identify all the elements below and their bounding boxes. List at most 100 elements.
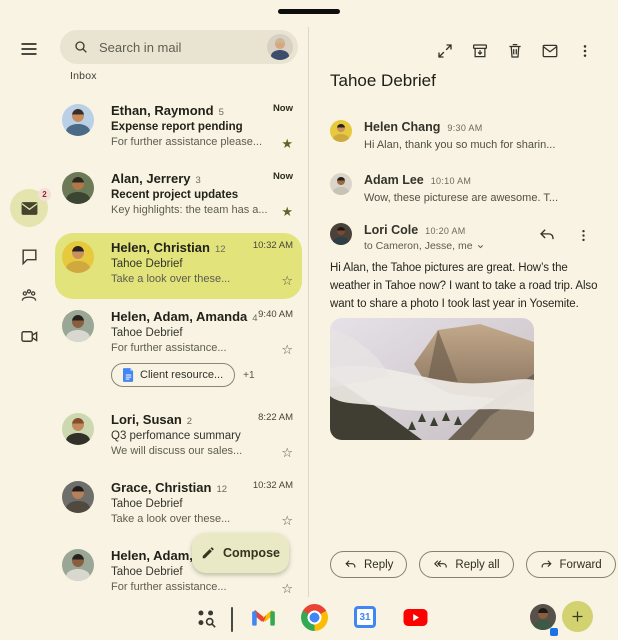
- sender-names: Helen, Adam, Amanda: [111, 309, 247, 324]
- email-time: 8:22 AM: [258, 412, 293, 423]
- email-subject: Q3 perfomance summary: [111, 430, 252, 442]
- avatar: [330, 223, 352, 245]
- message-collapsed[interactable]: Adam Lee10:10 AM Wow, these picturese ar…: [330, 173, 592, 204]
- reply-button[interactable]: Reply: [330, 551, 407, 578]
- inbox-section-label: Inbox: [70, 70, 97, 82]
- sidebar-item-chat[interactable]: [10, 237, 48, 275]
- open-in-full-icon: [436, 42, 454, 60]
- email-snippet: Key highlights: the team has a...: [111, 204, 267, 216]
- sidebar-item-meet[interactable]: [10, 317, 48, 355]
- search-input[interactable]: Search in mail: [60, 30, 298, 64]
- email-subject: Tahoe Debrief: [111, 258, 247, 270]
- trash-icon: [506, 42, 524, 60]
- sender-names: Grace, Christian: [111, 480, 211, 495]
- reply-all-icon: [433, 558, 448, 571]
- archive-button[interactable]: [471, 42, 489, 60]
- more-options-button[interactable]: [576, 42, 594, 60]
- star-icon[interactable]: ☆: [281, 275, 293, 288]
- message-more-button[interactable]: [574, 226, 592, 244]
- sidebar-item-mail[interactable]: 2: [10, 189, 48, 227]
- email-row[interactable]: Alan, Jerrery3 Recent project updates Ke…: [55, 164, 302, 230]
- new-window-plus-button[interactable]: [562, 601, 593, 632]
- email-snippet: We will discuss our sales...: [111, 445, 252, 457]
- thread-count: 2: [187, 416, 192, 427]
- calendar-app-icon[interactable]: 31: [354, 606, 376, 628]
- message-snippet: Hi Alan, thank you so much for sharin...: [364, 139, 592, 151]
- email-row-selected[interactable]: Helen, Christian12 Tahoe Debrief Take a …: [55, 233, 302, 299]
- forward-button[interactable]: Forward: [526, 551, 616, 578]
- message-time: 10:10 AM: [431, 176, 471, 186]
- youtube-play-icon: [403, 609, 428, 626]
- unread-badge: 2: [38, 188, 51, 201]
- mark-unread-button[interactable]: [541, 42, 559, 60]
- gmail-app-icon[interactable]: [252, 610, 275, 632]
- attachment-chip-label: Client resource...: [140, 369, 223, 381]
- star-icon[interactable]: ☆: [281, 344, 293, 357]
- message-time: 9:30 AM: [447, 123, 482, 133]
- pane-divider: [308, 27, 309, 597]
- compose-button[interactable]: Compose: [192, 533, 289, 573]
- delete-button[interactable]: [506, 42, 524, 60]
- recipients-row[interactable]: to Cameron, Jesse, me: [364, 240, 530, 252]
- taskbar-avatar[interactable]: [530, 604, 556, 635]
- youtube-app-icon[interactable]: [403, 609, 428, 631]
- sender-names: Ethan, Raymond: [111, 103, 214, 118]
- avatar: [62, 172, 94, 204]
- mail-icon: [20, 199, 39, 218]
- star-icon[interactable]: ☆: [281, 447, 293, 460]
- email-snippet: Take a look over these...: [111, 273, 247, 285]
- avatar: [62, 310, 94, 342]
- chat-icon: [20, 247, 39, 266]
- reply-icon-button[interactable]: [538, 226, 556, 244]
- avatar: [330, 173, 352, 195]
- star-icon[interactable]: ☆: [281, 583, 293, 596]
- app-grid-search-button[interactable]: [195, 607, 217, 634]
- sender-names: Helen, Christian: [111, 240, 210, 255]
- email-subject: Recent project updates: [111, 189, 267, 201]
- docs-icon: [123, 368, 134, 382]
- archive-icon: [471, 42, 489, 60]
- avatar-status-badge: [550, 628, 558, 636]
- plus-icon: [570, 609, 585, 624]
- forward-label: Forward: [560, 559, 602, 571]
- email-row[interactable]: Ethan, Raymond5 Expense report pending F…: [55, 96, 302, 162]
- attachment-chip[interactable]: Client resource...: [111, 363, 235, 387]
- message-expanded-header[interactable]: Lori Cole10:20 AM to Cameron, Jesse, me: [330, 223, 530, 252]
- thread-toolbar: [436, 42, 594, 60]
- gmail-tablet-app: 2 Search in mail Inbox Ethan, Raymond5 E…: [0, 0, 618, 640]
- sidebar-item-spaces[interactable]: [10, 277, 48, 315]
- taskbar-divider: [231, 607, 233, 632]
- search-placeholder: Search in mail: [99, 40, 267, 55]
- message-actions: [538, 226, 592, 244]
- reply-all-button[interactable]: Reply all: [419, 551, 513, 578]
- email-snippet: Take a look over these...: [111, 513, 247, 525]
- attachment-image[interactable]: [330, 318, 534, 440]
- reply-icon: [538, 226, 556, 244]
- email-snippet: For further assistance please...: [111, 136, 267, 148]
- profile-avatar[interactable]: [267, 34, 293, 60]
- email-row[interactable]: Helen, Adam, Amanda4 Tahoe Debrief For f…: [55, 302, 302, 400]
- pencil-icon: [201, 546, 215, 560]
- reply-icon: [344, 558, 357, 571]
- search-icon: [73, 39, 89, 55]
- reply-label: Reply: [364, 559, 393, 571]
- thread-count: 12: [216, 484, 227, 495]
- chevron-down-icon: [476, 242, 485, 251]
- message-collapsed[interactable]: Helen Chang9:30 AM Hi Alan, thank you so…: [330, 120, 592, 151]
- more-vert-icon: [576, 228, 591, 243]
- chrome-app-icon[interactable]: [301, 604, 328, 631]
- email-row[interactable]: Lori, Susan2 Q3 perfomance summary We wi…: [55, 405, 302, 471]
- compose-label: Compose: [223, 546, 280, 560]
- reply-all-label: Reply all: [455, 559, 499, 571]
- menu-button[interactable]: [17, 38, 41, 60]
- email-time: 10:32 AM: [253, 480, 293, 491]
- star-icon[interactable]: ☆: [281, 515, 293, 528]
- email-row[interactable]: Grace, Christian12 Tahoe Debrief Take a …: [55, 473, 302, 539]
- star-icon[interactable]: ★: [281, 138, 293, 151]
- email-time: 10:32 AM: [253, 240, 293, 251]
- hamburger-icon: [19, 39, 39, 59]
- star-icon[interactable]: ★: [281, 206, 293, 219]
- thread-count: 5: [219, 107, 224, 118]
- user-avatar: [530, 604, 556, 630]
- expand-button[interactable]: [436, 42, 454, 60]
